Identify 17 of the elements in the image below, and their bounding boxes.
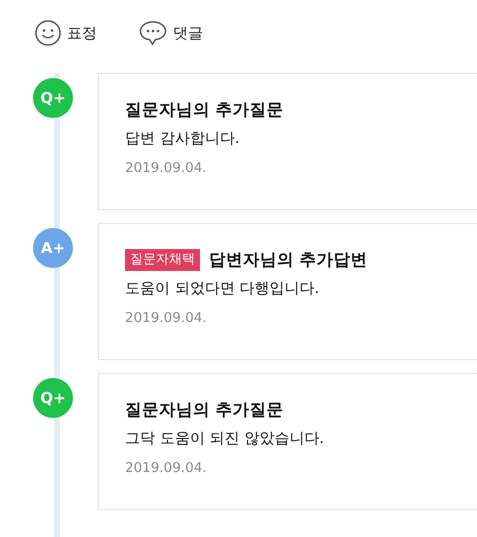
post-date: 2019.09.04. [125,309,208,328]
avatar-marker: Q+ [33,378,73,418]
selected-tag: 질문자채택 [125,249,200,271]
post-text: 답변 감사합니다. [125,128,241,149]
post-date: 2019.09.04. [125,159,208,178]
smiley-icon [35,20,61,46]
post-date: 2019.09.04. [125,459,208,478]
post-title: 질문자님의 추가질문 [125,399,284,421]
speech-bubble-icon [139,20,167,46]
emoji-button[interactable]: 표정 [35,20,97,46]
avatar-marker: Q+ [33,78,73,118]
post-title: 질문자님의 추가질문 [125,99,284,121]
avatar-marker: A+ [33,228,73,268]
post-title: 답변자님의 추가답변 [209,249,368,271]
post-text: 그닥 도움이 되진 않았습니다. [125,428,326,449]
comment-button[interactable]: 댓글 [139,20,203,46]
post-text: 도움이 되었다면 다행입니다. [125,278,320,299]
